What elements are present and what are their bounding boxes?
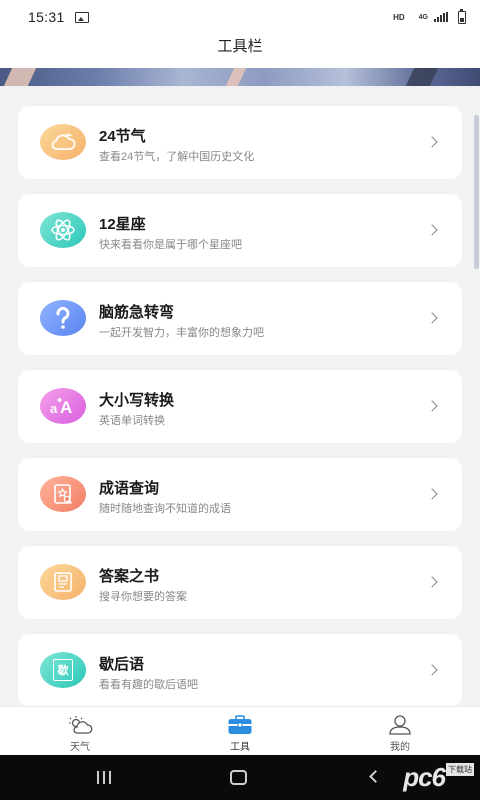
status-indicators: HD 4G — [393, 8, 466, 24]
tool-title: 答案之书 — [99, 568, 160, 585]
chevron-right-icon — [426, 312, 438, 324]
system-nav-bar: pc6 下载站 — [0, 755, 480, 800]
hd-label: HD — [393, 12, 405, 22]
tool-subtitle: 随时随地查询不知道的成语 — [99, 503, 231, 515]
title-bar: 工具栏 — [0, 34, 480, 68]
tool-title: 脑筋急转弯 — [99, 304, 175, 321]
chevron-right-icon — [426, 224, 438, 236]
scrollbar-thumb[interactable] — [474, 115, 479, 269]
tool-subtitle: 英语单词转换 — [99, 415, 165, 427]
tool-title: 12星座 — [99, 216, 146, 233]
tool-card-case-convert[interactable]: aA 大小写转换 英语单词转换 — [18, 370, 462, 443]
chevron-right-icon — [426, 488, 438, 500]
tool-card-solar-terms[interactable]: 24节气 查看24节气，了解中国历史文化 — [18, 106, 462, 179]
watermark-text: pc6 — [403, 761, 446, 792]
book-icon — [40, 564, 86, 600]
tab-profile[interactable]: 我的 — [320, 707, 480, 755]
tool-title: 成语查询 — [99, 480, 160, 497]
svg-text:A: A — [60, 398, 72, 416]
cloud-icon — [40, 124, 86, 160]
weather-icon — [69, 716, 93, 734]
tool-title: 24节气 — [99, 128, 146, 145]
watermark-logo: pc6 下载站 — [403, 757, 474, 797]
profile-icon — [389, 715, 411, 735]
tab-label: 工具 — [230, 742, 250, 753]
tool-subtitle: 查看24节气，了解中国历史文化 — [99, 151, 255, 163]
question-icon — [40, 300, 86, 336]
tab-label: 天气 — [70, 742, 90, 753]
signal-icon — [434, 12, 448, 22]
image-notification-icon — [74, 11, 89, 23]
banner-decoration — [225, 68, 247, 86]
xie-book-icon: 歇 — [40, 652, 86, 688]
home-button[interactable] — [230, 770, 247, 785]
tool-card-idiom-search[interactable]: 成语查询 随时随地查询不知道的成语 — [18, 458, 462, 531]
chevron-right-icon — [426, 400, 438, 412]
page-title: 工具栏 — [217, 38, 263, 55]
xie-glyph: 歇 — [57, 665, 69, 677]
chevron-right-icon — [426, 576, 438, 588]
tool-subtitle: 快来看看你是属于哪个星座吧 — [99, 239, 242, 251]
network-type-label: 4G — [418, 13, 428, 21]
watermark-subtext: 下载站 — [446, 763, 474, 776]
recent-apps-button[interactable] — [97, 771, 111, 784]
back-button[interactable] — [369, 770, 382, 783]
tool-title: 大小写转换 — [99, 392, 175, 409]
tab-tools[interactable]: 工具 — [160, 707, 320, 755]
tool-subtitle: 一起开发智力，丰富你的想象力吧 — [99, 327, 264, 339]
atom-icon — [40, 212, 86, 248]
toolbox-icon — [228, 715, 252, 734]
tool-card-zodiac[interactable]: 12星座 快来看看你是属于哪个星座吧 — [18, 194, 462, 267]
status-time: 15:31 — [28, 9, 65, 25]
tool-card-xiehouyu[interactable]: 歇 歇后语 看看有趣的歇后语吧 — [18, 634, 462, 707]
chevron-right-icon — [426, 136, 438, 148]
tool-subtitle: 看看有趣的歇后语吧 — [99, 679, 198, 691]
search-book-icon — [40, 476, 86, 512]
tool-card-riddles[interactable]: 脑筋急转弯 一起开发智力，丰富你的想象力吧 — [18, 282, 462, 355]
bottom-tab-bar: 天气 工具 我的 — [0, 706, 480, 755]
tab-weather[interactable]: 天气 — [0, 707, 160, 755]
svg-text:a: a — [50, 401, 58, 416]
status-bar: 15:31 HD 4G — [0, 0, 480, 34]
banner-decoration — [3, 68, 37, 86]
tool-title: 歇后语 — [99, 656, 145, 673]
tool-subtitle: 搜寻你想要的答案 — [99, 591, 187, 603]
tool-list: 24节气 查看24节气，了解中国历史文化 12星座 快来看看你是属于哪个星座吧 … — [18, 106, 462, 722]
chevron-right-icon — [426, 664, 438, 676]
tool-card-answer-book[interactable]: 答案之书 搜寻你想要的答案 — [18, 546, 462, 619]
tab-label: 我的 — [390, 742, 410, 753]
banner-image[interactable] — [0, 68, 480, 86]
battery-icon — [458, 8, 466, 24]
banner-decoration — [405, 68, 439, 86]
letter-case-icon: aA — [40, 388, 86, 424]
